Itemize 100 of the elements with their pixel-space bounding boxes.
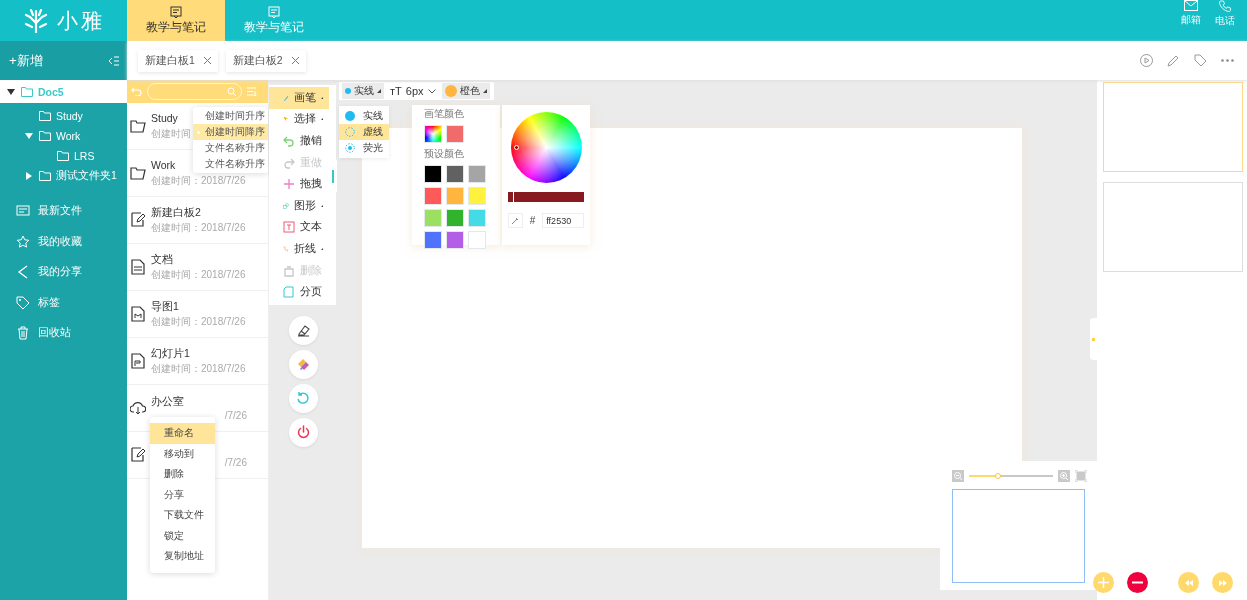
menu-item[interactable]: 实线 bbox=[339, 108, 389, 124]
menu-item[interactable]: 创建时间降序 bbox=[193, 124, 268, 140]
document-icon bbox=[130, 259, 146, 275]
tool-button[interactable]: 拖拽 bbox=[269, 173, 329, 195]
collapse-icon[interactable] bbox=[108, 55, 119, 66]
submenu-corner-icon bbox=[377, 89, 381, 93]
color-swatch[interactable] bbox=[446, 165, 464, 183]
fullscreen-icon[interactable] bbox=[1075, 470, 1087, 482]
color-swatch[interactable] bbox=[468, 209, 486, 227]
hex-input[interactable]: ff2530 bbox=[542, 213, 585, 228]
document-tab[interactable]: 新建白板2 bbox=[225, 49, 306, 72]
menu-item[interactable]: 荧光 bbox=[339, 140, 389, 156]
page-thumbnail[interactable] bbox=[1103, 82, 1243, 172]
color-swatch[interactable] bbox=[424, 165, 442, 183]
menu-item[interactable]: 锁定 bbox=[150, 525, 215, 546]
previous-button[interactable] bbox=[1178, 572, 1199, 593]
menu-item[interactable]: 文件名称升序 bbox=[193, 140, 268, 156]
chevron-down-icon[interactable] bbox=[427, 88, 436, 94]
menu-item[interactable]: 重命名 bbox=[150, 423, 215, 444]
document-tab[interactable]: 新建白板1 bbox=[138, 49, 218, 72]
refresh-button[interactable] bbox=[288, 383, 318, 413]
color-bar[interactable] bbox=[508, 192, 584, 202]
menu-item[interactable]: 删除 bbox=[150, 464, 215, 485]
color-swatch[interactable] bbox=[446, 231, 464, 249]
file-name[interactable]: 新建白板2 bbox=[151, 205, 247, 221]
gradient-swatch[interactable] bbox=[424, 125, 442, 143]
folder-icon bbox=[57, 151, 69, 161]
color-swatch[interactable] bbox=[424, 187, 442, 205]
close-icon[interactable] bbox=[291, 57, 299, 64]
folder-icon bbox=[39, 171, 51, 181]
more-icon[interactable] bbox=[1221, 59, 1234, 62]
color-swatch[interactable] bbox=[446, 187, 464, 205]
back-icon[interactable] bbox=[131, 87, 142, 96]
remove-button[interactable] bbox=[1127, 572, 1148, 593]
move-icon bbox=[283, 178, 295, 191]
play-icon[interactable] bbox=[1140, 54, 1153, 67]
file-name[interactable]: 幻灯片1 bbox=[151, 346, 247, 362]
submenu-corner-icon bbox=[482, 89, 487, 93]
next-button[interactable] bbox=[1212, 572, 1233, 593]
color-swatch[interactable] bbox=[468, 231, 486, 249]
color-swatch[interactable] bbox=[424, 231, 442, 249]
section-label: 画笔颜色 bbox=[424, 108, 465, 121]
file-name[interactable]: 文档 bbox=[151, 252, 247, 268]
tool-button[interactable]: 图形 bbox=[269, 194, 329, 217]
close-icon[interactable] bbox=[203, 57, 211, 64]
refresh-icon bbox=[295, 390, 311, 406]
color-swatch[interactable] bbox=[424, 209, 442, 227]
tool-button[interactable]: 文本 bbox=[269, 216, 329, 239]
menu-item[interactable]: 分享 bbox=[150, 484, 215, 505]
file-name[interactable]: 办公室 bbox=[151, 395, 247, 410]
color-swatch[interactable] bbox=[468, 187, 486, 205]
tool-button[interactable]: 撤销 bbox=[269, 130, 329, 152]
panel-handle[interactable] bbox=[1090, 318, 1097, 360]
folder-icon bbox=[130, 165, 146, 181]
file-date: 创建时间：2018/7/26 bbox=[151, 267, 246, 282]
font-size-value[interactable]: 6px bbox=[405, 85, 424, 97]
caret-icon[interactable] bbox=[7, 87, 15, 96]
color-swatch[interactable] bbox=[446, 209, 464, 227]
eyedropper-icon bbox=[511, 216, 520, 225]
slides-icon bbox=[130, 353, 146, 369]
tool-button[interactable]: 画笔 bbox=[269, 87, 329, 109]
add-button[interactable] bbox=[1093, 572, 1114, 593]
tag-icon[interactable] bbox=[1194, 54, 1207, 67]
line-style-button[interactable]: 实线 bbox=[342, 83, 384, 99]
eyedropper-button[interactable] bbox=[507, 213, 523, 228]
menu-item[interactable]: 创建时间升序 bbox=[193, 108, 268, 124]
delete-icon bbox=[283, 264, 295, 277]
section-label: 预设颜色 bbox=[424, 148, 465, 161]
power-button[interactable] bbox=[288, 417, 318, 447]
note-icon bbox=[170, 6, 182, 18]
color-swatch[interactable] bbox=[468, 165, 486, 183]
tool-button[interactable]: 折线 bbox=[269, 238, 329, 260]
dashed-circle-icon bbox=[345, 127, 355, 137]
paint-button[interactable] bbox=[288, 349, 318, 379]
zoom-in-icon[interactable] bbox=[1058, 470, 1070, 482]
tool-button[interactable]: 选择 bbox=[269, 108, 329, 131]
font-size-icon: ᴛT bbox=[390, 85, 402, 97]
tool-button[interactable]: 分页 bbox=[269, 281, 329, 303]
zoom-out-icon[interactable] bbox=[952, 470, 964, 482]
menu-item[interactable]: 下载文件 bbox=[150, 505, 215, 526]
color-button[interactable]: 橙色 bbox=[441, 83, 490, 99]
menu-item[interactable]: 移动到 bbox=[150, 443, 215, 464]
hash-label: # bbox=[529, 215, 536, 226]
pencil-icon[interactable] bbox=[1167, 54, 1180, 67]
menu-item[interactable]: 文件名称升序 bbox=[193, 156, 268, 172]
whiteboard-icon bbox=[130, 212, 146, 228]
logo-text: 小雅 bbox=[56, 7, 105, 34]
page-thumbnail[interactable] bbox=[1103, 182, 1243, 272]
trash-icon bbox=[16, 326, 30, 341]
cloud-download-icon bbox=[130, 400, 146, 416]
glow-dot-icon bbox=[345, 143, 355, 153]
whiteboard-icon bbox=[130, 447, 146, 463]
eraser-button[interactable] bbox=[288, 315, 318, 345]
sort-icon[interactable] bbox=[247, 87, 258, 96]
menu-item[interactable]: 复制地址 bbox=[150, 546, 215, 567]
file-name[interactable]: 导图1 bbox=[151, 299, 247, 315]
viewport-frame[interactable] bbox=[952, 489, 1085, 583]
menu-item[interactable]: 虚线 bbox=[339, 124, 389, 140]
color-swatch[interactable] bbox=[446, 125, 464, 143]
nav-tab[interactable]: 教学与笔记 bbox=[127, 0, 225, 41]
